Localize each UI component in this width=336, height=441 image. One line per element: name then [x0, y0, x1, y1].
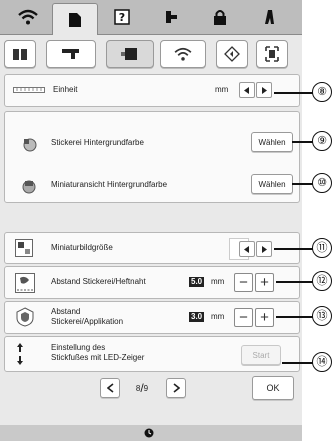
einheit-label: Einheit — [53, 85, 78, 94]
sewing-machine-icon — [62, 49, 79, 59]
frame-view-icon — [265, 46, 279, 62]
tab-lock[interactable] — [198, 3, 242, 31]
einheit-next-button[interactable] — [256, 82, 272, 98]
help-icon: ? — [114, 9, 130, 25]
triangle-left-icon — [244, 86, 249, 94]
abstand-heftnaht-value: 5.0 — [189, 277, 205, 287]
thumbnail-bg-color-icon — [22, 180, 36, 194]
triangle-right-icon — [262, 86, 267, 94]
led-label-2: Stickfußes mit LED-Zeiger — [51, 353, 145, 362]
miniatur-size-label: Miniaturbildgröße — [51, 243, 113, 252]
page-icon — [69, 12, 81, 27]
abstand-heftnaht-unit: mm — [211, 277, 225, 286]
diamond-reset-icon — [224, 46, 240, 62]
abstand-applikation-value: 3.0 — [189, 312, 205, 322]
stickerei-bg-choose-button[interactable]: Wählen — [251, 132, 293, 152]
tab-wifi[interactable] — [6, 3, 50, 31]
thread-icon — [166, 11, 177, 23]
thumbnail-size-icon — [15, 239, 33, 257]
abstand-applikation-label-2: Stickerei/Applikation — [51, 317, 124, 326]
miniatur-size-prev-button[interactable] — [239, 241, 255, 257]
miniatur-size-panel: Miniaturbildgröße — [4, 232, 300, 264]
abstand-heftnaht-plus-button[interactable]: + — [255, 273, 274, 292]
subtab-settings-reset[interactable] — [216, 40, 248, 68]
subtab-book[interactable] — [4, 40, 36, 68]
bottom-status-bar — [0, 425, 302, 441]
abstand-applikation-minus-button[interactable]: − — [234, 308, 253, 327]
minus-icon: − — [239, 309, 248, 326]
needle-position-icon — [144, 428, 154, 438]
settings-screen: ? Einheit mm Stickerei Hintergrundfarbe … — [0, 0, 302, 441]
callout-line-9 — [292, 141, 314, 143]
tab-presser[interactable] — [248, 3, 292, 31]
wlan-icon — [174, 47, 192, 61]
callout-line-8 — [274, 92, 314, 94]
triangle-left-icon — [244, 245, 249, 253]
abstand-applikation-plus-button[interactable]: + — [255, 308, 274, 327]
callout-line-14 — [282, 362, 314, 364]
wifi-icon — [18, 9, 38, 25]
callout-9: ⑨ — [312, 131, 332, 151]
applique-distance-icon — [16, 307, 34, 327]
presser-foot-icon — [265, 10, 274, 24]
plus-icon: + — [260, 274, 269, 291]
abstand-applikation-panel: Abstand Stickerei/Applikation 3.0 mm − + — [4, 301, 300, 334]
page-prev-button[interactable] — [100, 378, 120, 398]
callout-14: ⑭ — [312, 352, 332, 372]
miniatur-bg-label: Miniaturansicht Hintergrundfarbe — [51, 180, 168, 189]
embroidery-bg-color-icon — [23, 138, 37, 152]
subtab-sewing-machine[interactable] — [46, 40, 96, 68]
abstand-heftnaht-panel: Abstand Stickerei/Heftnaht 5.0 mm − + — [4, 266, 300, 299]
page-total: 9 — [143, 383, 149, 393]
callout-11: ⑪ — [312, 238, 332, 258]
ruler-icon — [13, 87, 45, 93]
book-icon — [13, 49, 27, 60]
plus-icon: + — [260, 309, 269, 326]
lock-icon — [214, 9, 226, 25]
callout-line-10 — [292, 183, 314, 185]
callout-8: ⑧ — [312, 82, 332, 102]
abstand-heftnaht-minus-button[interactable]: − — [234, 273, 253, 292]
led-pointer-panel: Einstellung des Stickfußes mit LED-Zeige… — [4, 336, 300, 372]
top-tab-bar: ? — [0, 0, 302, 35]
subtab-frame-view[interactable] — [256, 40, 288, 68]
callout-13: ⑬ — [312, 306, 332, 326]
svg-text:?: ? — [119, 11, 125, 24]
up-down-arrow-icon — [17, 343, 23, 365]
led-label-1: Einstellung des — [51, 343, 106, 352]
callout-12: ⑫ — [312, 271, 332, 291]
subtab-embroidery[interactable] — [106, 40, 154, 68]
page-indicator: 8/9 — [126, 378, 158, 398]
led-start-button[interactable]: Start — [241, 345, 281, 365]
abstand-heftnaht-label: Abstand Stickerei/Heftnaht — [51, 277, 146, 286]
triangle-right-icon — [262, 245, 267, 253]
einheit-prev-button[interactable] — [239, 82, 255, 98]
callout-line-11 — [274, 248, 314, 250]
tab-page[interactable] — [52, 3, 98, 35]
chevron-right-icon — [173, 383, 180, 393]
miniatur-size-next-button[interactable] — [256, 241, 272, 257]
einheit-panel: Einheit mm — [4, 74, 300, 107]
embroidery-frame-icon — [121, 48, 137, 60]
minus-icon: − — [239, 274, 248, 291]
tab-thread[interactable] — [150, 3, 194, 31]
ok-button[interactable]: OK — [252, 376, 294, 400]
miniatur-bg-choose-button[interactable]: Wählen — [251, 174, 293, 194]
abstand-applikation-unit: mm — [211, 312, 225, 321]
callout-line-13 — [276, 316, 314, 318]
stickerei-bg-label: Stickerei Hintergrundfarbe — [51, 138, 144, 147]
callout-10: ⑩ — [312, 173, 332, 193]
basting-distance-icon — [15, 273, 35, 293]
subtab-wlan[interactable] — [160, 40, 206, 68]
einheit-value: mm — [215, 85, 229, 94]
chevron-left-icon — [106, 383, 113, 393]
tab-help[interactable]: ? — [100, 3, 144, 31]
page-next-button[interactable] — [166, 378, 186, 398]
background-color-panel: Stickerei Hintergrundfarbe Wählen Miniat… — [4, 111, 300, 203]
abstand-applikation-label-1: Abstand — [51, 307, 81, 316]
callout-line-12 — [276, 281, 314, 283]
